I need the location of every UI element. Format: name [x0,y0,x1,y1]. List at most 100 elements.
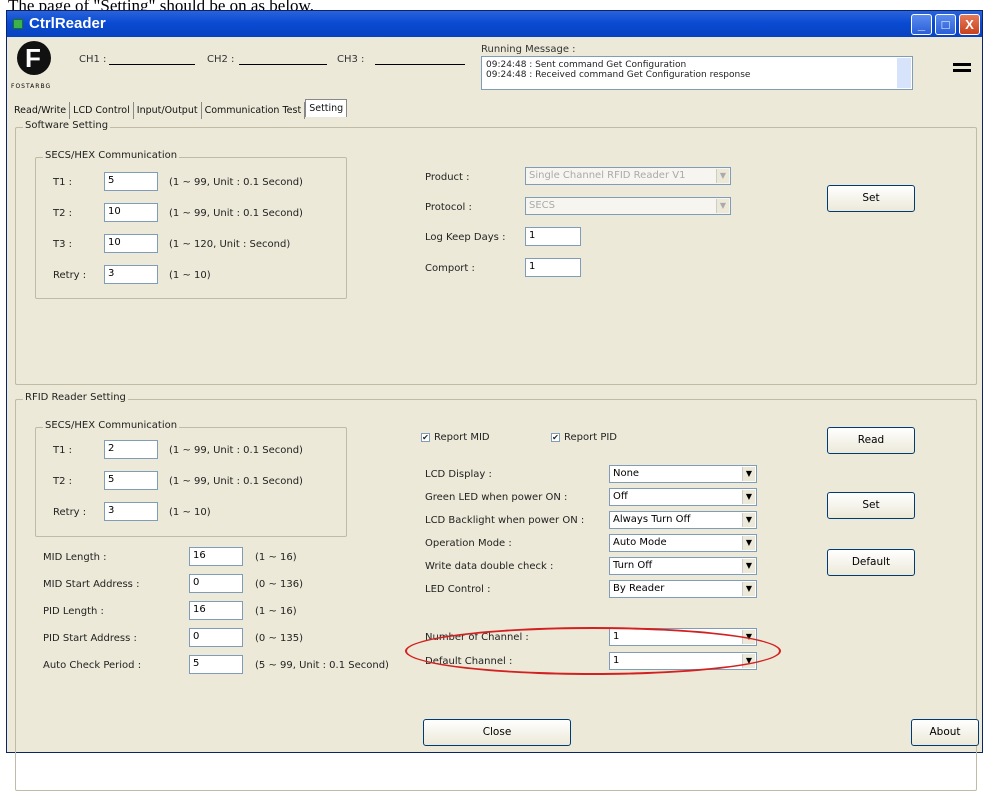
mid-start-input[interactable]: 0 [189,574,243,593]
lcd-backlight-label: LCD Backlight when power ON : [425,515,585,526]
about-button[interactable]: About [911,719,979,746]
chevron-down-icon: ▼ [716,169,729,183]
rfid-retry-input[interactable]: 3 [104,502,158,521]
chevron-down-icon: ▼ [742,513,755,527]
lcd-backlight-select[interactable]: Always Turn Off ▼ [609,511,757,529]
channel-1-label: CH1 : [79,54,107,65]
tab-input-output[interactable]: Input/Output [134,102,202,119]
mid-length-input[interactable]: 16 [189,547,243,566]
log-keep-days-input[interactable]: 1 [525,227,581,246]
channel-3-label: CH3 : [337,54,365,65]
lcd-display-label: LCD Display : [425,469,492,480]
chevron-down-icon: ▼ [742,559,755,573]
software-set-button[interactable]: Set [827,185,915,212]
sw-t2-hint: (1 ~ 99, Unit : 0.1 Second) [169,208,303,219]
mid-start-label: MID Start Address : [43,579,140,590]
led-control-select[interactable]: By Reader ▼ [609,580,757,598]
window-title: CtrlReader [29,15,106,32]
menu-icon[interactable] [953,63,971,66]
log-line: 09:24:48 : Received command Get Configur… [486,70,751,80]
product-select[interactable]: Single Channel RFID Reader V1 ▼ [525,167,731,185]
rfid-t2-label: T2 : [53,476,73,487]
pid-start-input[interactable]: 0 [189,628,243,647]
chevron-down-icon: ▼ [742,536,755,550]
chevron-down-icon: ▼ [742,490,755,504]
sw-t3-hint: (1 ~ 120, Unit : Second) [169,239,291,250]
rfid-t1-hint: (1 ~ 99, Unit : 0.1 Second) [169,445,303,456]
sw-t1-input[interactable]: 5 [104,172,158,191]
sw-retry-hint: (1 ~ 10) [169,270,211,281]
lcd-display-select[interactable]: None ▼ [609,465,757,483]
auto-check-input[interactable]: 5 [189,655,243,674]
rfid-t2-input[interactable]: 5 [104,471,158,490]
mid-length-hint: (1 ~ 16) [255,552,297,563]
protocol-select[interactable]: SECS ▼ [525,197,731,215]
tab-read-write[interactable]: Read/Write [11,102,71,119]
tab-setting[interactable]: Setting [305,99,348,117]
sw-retry-input[interactable]: 3 [104,265,158,284]
tab-communication-test[interactable]: Communication Test [202,102,306,119]
checkmark-icon: ✔ [421,432,430,442]
operation-mode-label: Operation Mode : [425,538,512,549]
report-pid-checkbox[interactable]: ✔ Report PID [551,432,617,443]
software-secs-title: SECS/HEX Communication [43,150,180,161]
double-check-select[interactable]: Turn Off ▼ [609,557,757,575]
pid-start-label: PID Start Address : [43,633,137,644]
minimize-button[interactable]: _ [911,14,932,35]
comport-input[interactable]: 1 [525,258,581,277]
rfid-retry-label: Retry : [53,507,87,518]
channel-3-line [375,64,465,65]
log-line: 09:24:48 : Sent command Get Configuratio… [486,60,687,70]
rfid-t1-input[interactable]: 2 [104,440,158,459]
tab-lcd-control[interactable]: LCD Control [70,102,134,119]
rfid-set-button[interactable]: Set [827,492,915,519]
mid-length-label: MID Length : [43,552,107,563]
sw-t2-label: T2 : [53,208,73,219]
sw-retry-label: Retry : [53,270,87,281]
pid-length-label: PID Length : [43,606,104,617]
mid-start-hint: (0 ~ 136) [255,579,303,590]
pid-length-input[interactable]: 16 [189,601,243,620]
app-icon [13,19,23,29]
app-window: CtrlReader _ □ X F FOSTARBG CH1 : CH2 : … [6,10,983,791]
highlight-oval [405,627,781,675]
rfid-retry-hint: (1 ~ 10) [169,507,211,518]
brand-logo: F FOSTARBG [11,41,52,90]
protocol-label: Protocol : [425,202,472,213]
maximize-button[interactable]: □ [935,14,956,35]
green-led-label: Green LED when power ON : [425,492,568,503]
read-button[interactable]: Read [827,427,915,454]
default-button[interactable]: Default [827,549,915,576]
checkmark-icon: ✔ [551,432,560,442]
led-control-label: LED Control : [425,584,491,595]
double-check-label: Write data double check : [425,561,554,572]
close-button[interactable]: Close [423,719,571,746]
sw-t3-input[interactable]: 10 [104,234,158,253]
product-label: Product : [425,172,470,183]
operation-mode-select[interactable]: Auto Mode ▼ [609,534,757,552]
running-message-label: Running Message : [481,44,576,55]
chevron-down-icon: ▼ [716,199,729,213]
log-scrollbar[interactable] [897,58,911,88]
rfid-t2-hint: (1 ~ 99, Unit : 0.1 Second) [169,476,303,487]
channel-2-line [239,64,327,65]
rfid-t1-label: T1 : [53,445,73,456]
tab-bar: Read/Write LCD Control Input/Output Communi… [11,99,348,119]
software-setting-title: Software Setting [23,120,111,131]
pid-start-hint: (0 ~ 135) [255,633,303,644]
sw-t1-hint: (1 ~ 99, Unit : 0.1 Second) [169,177,303,188]
sw-t3-label: T3 : [53,239,73,250]
channel-2-label: CH2 : [207,54,235,65]
close-window-button[interactable]: X [959,14,980,35]
rfid-secs-title: SECS/HEX Communication [43,420,180,431]
auto-check-hint: (5 ~ 99, Unit : 0.1 Second) [255,660,389,671]
chevron-down-icon: ▼ [742,582,755,596]
green-led-select[interactable]: Off ▼ [609,488,757,506]
auto-check-label: Auto Check Period : [43,660,142,671]
sw-t2-input[interactable]: 10 [104,203,158,222]
report-mid-checkbox[interactable]: ✔ Report MID [421,432,490,443]
sw-t1-label: T1 : [53,177,73,188]
running-message-log[interactable]: 09:24:48 : Sent command Get Configuratio… [481,56,913,90]
comport-label: Comport : [425,263,475,274]
log-keep-days-label: Log Keep Days : [425,232,506,243]
